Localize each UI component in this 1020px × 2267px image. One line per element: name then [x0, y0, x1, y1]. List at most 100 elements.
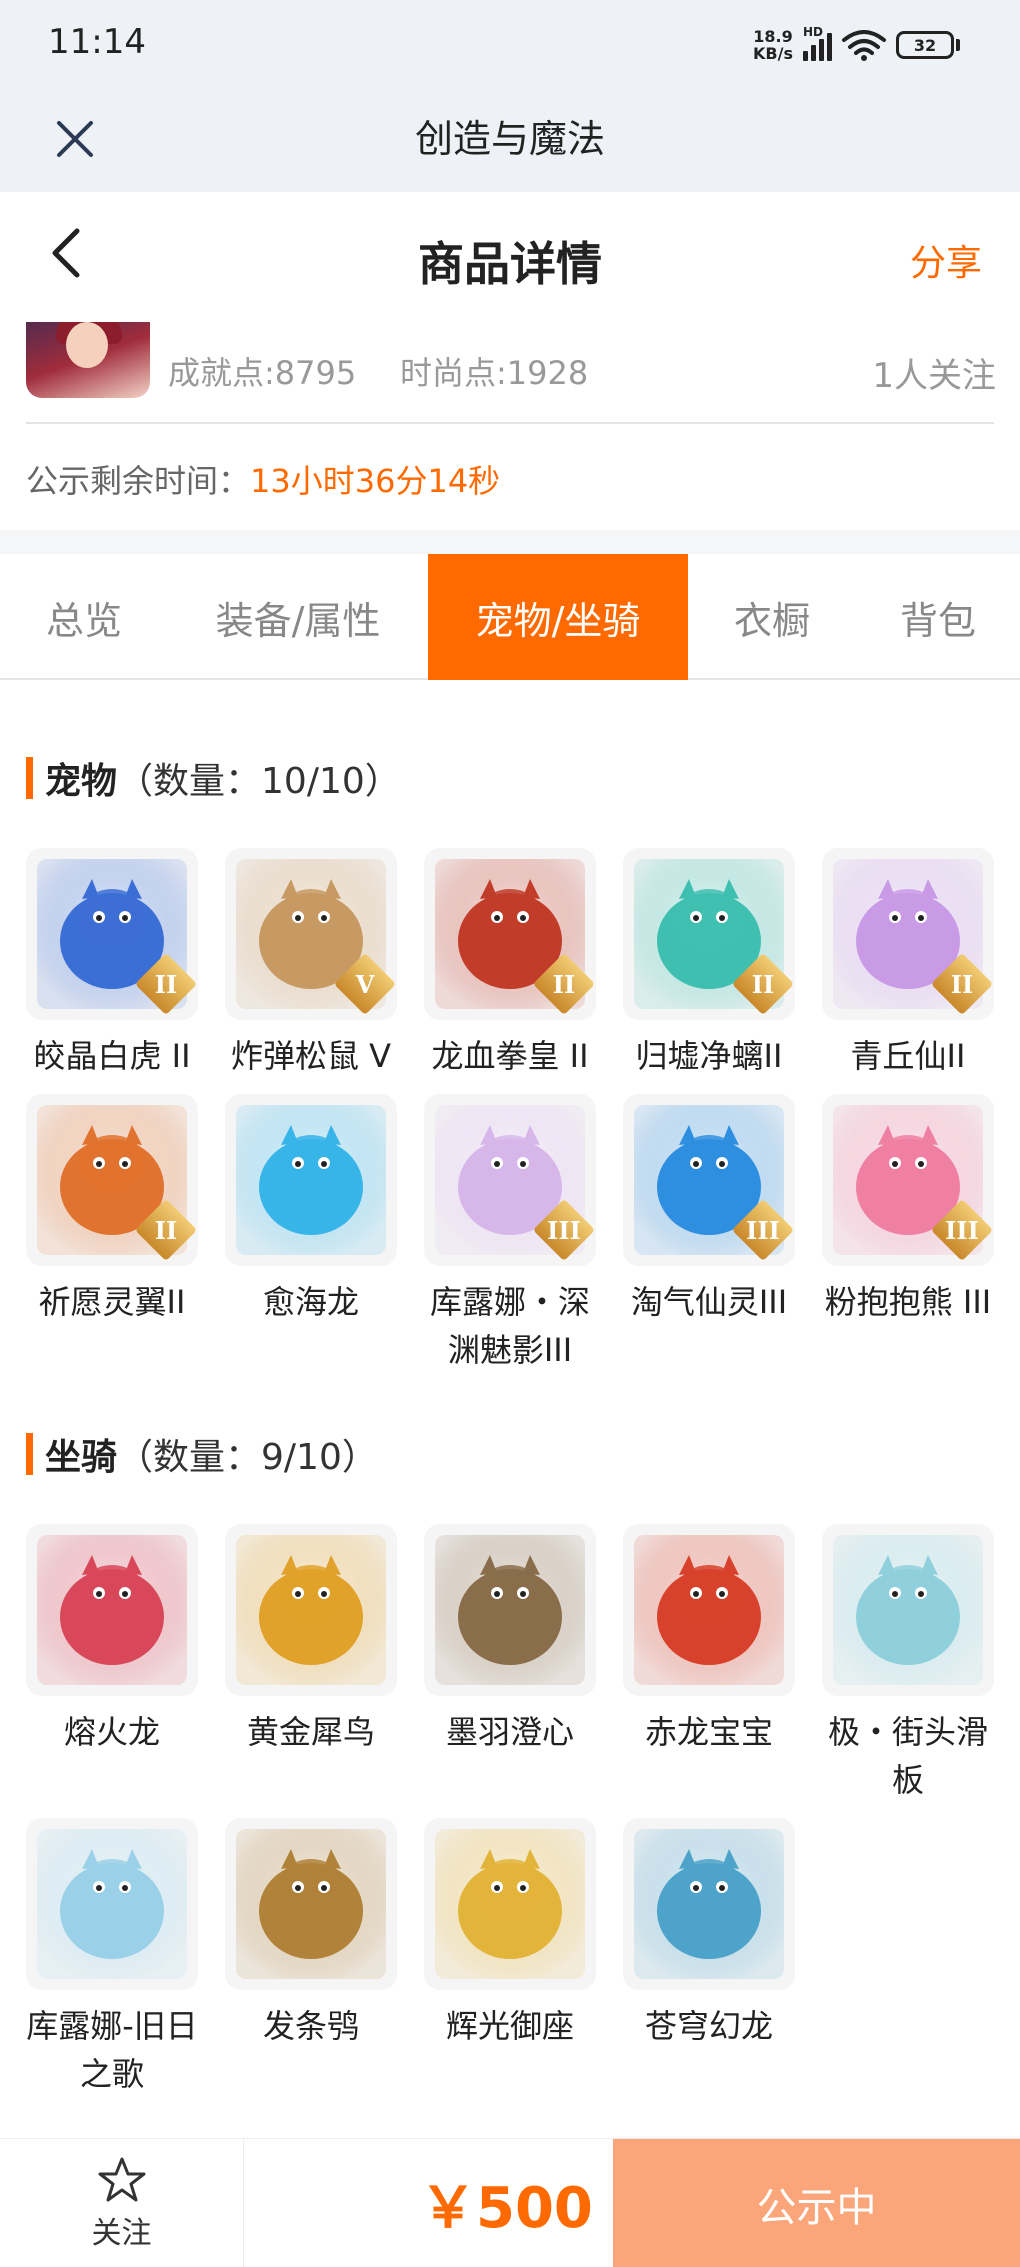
- mount-name: 极・街头滑板: [827, 1713, 988, 1799]
- follow-button[interactable]: 关注: [0, 2139, 244, 2267]
- mount-name: 黄金犀鸟: [246, 1713, 375, 1751]
- mount-name: 发条鸮: [262, 2007, 359, 2045]
- mounts-section-title: 坐骑 （数量：9/10）: [26, 1428, 378, 1480]
- section-gap: [0, 530, 1020, 554]
- status-indicators: 18.9 KB/s HD 32: [753, 25, 960, 62]
- mount-item[interactable]: 熔火龙: [26, 1524, 198, 1756]
- pet-name: 库露娜・深渊魅影III: [429, 1283, 590, 1369]
- tab-overview[interactable]: 总览: [0, 554, 168, 680]
- mount-item[interactable]: 极・街头滑板: [822, 1524, 994, 1804]
- pet-item[interactable]: III 淘气仙灵III: [623, 1094, 795, 1326]
- network-type-label: HD: [803, 25, 824, 39]
- pet-item[interactable]: II 龙血拳皇 II: [424, 848, 596, 1080]
- rank-badge-text: II: [154, 1215, 178, 1245]
- mount-thumbnail: [26, 1524, 198, 1696]
- share-button[interactable]: 分享: [910, 234, 982, 286]
- mount-thumbnail: [225, 1818, 397, 1990]
- bottom-bar: 关注 ￥500 公示中: [0, 2138, 1020, 2267]
- publicity-countdown: 13小时36分14秒: [250, 462, 501, 500]
- mount-item[interactable]: 库露娜-旧日之歌: [26, 1818, 198, 2098]
- creature-image: [435, 1535, 585, 1685]
- creature-image: [37, 1829, 187, 1979]
- achievement-points: 成就点:8795: [168, 354, 357, 392]
- pet-item[interactable]: II 祈愿灵翼II: [26, 1094, 198, 1326]
- webview-bar: 创造与魔法: [0, 90, 1020, 192]
- creature-image: [236, 1105, 386, 1255]
- pets-count: （数量：10/10）: [117, 761, 401, 802]
- pets-title: 宠物: [45, 761, 118, 802]
- mount-name: 苍穹幻龙: [644, 2007, 773, 2045]
- tab-equipment[interactable]: 装备/属性: [168, 554, 428, 680]
- creature-image: [634, 1535, 784, 1685]
- mount-thumbnail: [623, 1524, 795, 1696]
- mount-thumbnail: [822, 1524, 994, 1696]
- mount-item[interactable]: 黄金犀鸟: [225, 1524, 397, 1756]
- rank-badge-text: III: [746, 1215, 780, 1245]
- page-title: 商品详情: [418, 237, 602, 291]
- publicity-status-button[interactable]: 公示中: [613, 2139, 1020, 2267]
- page-header: 商品详情 分享: [0, 192, 1020, 322]
- pet-item[interactable]: III 粉抱抱熊 III: [822, 1094, 994, 1326]
- mount-thumbnail: [424, 1818, 596, 1990]
- divider: [26, 422, 994, 424]
- mount-item[interactable]: 墨羽澄心: [424, 1524, 596, 1756]
- pet-item[interactable]: II 皎晶白虎 II: [26, 848, 198, 1080]
- avatar[interactable]: [26, 322, 150, 398]
- publicity-label: 公示剩余时间：: [26, 462, 251, 500]
- creature-image: [833, 1535, 983, 1685]
- pet-name: 炸弹松鼠 V: [230, 1037, 392, 1075]
- wifi-icon: [842, 30, 886, 61]
- pet-thumbnail: II: [26, 1094, 198, 1266]
- follow-label: 关注: [91, 2215, 152, 2251]
- pet-thumbnail: II: [623, 848, 795, 1020]
- creature-image: [236, 1535, 386, 1685]
- mounts-title: 坐骑: [45, 1437, 118, 1478]
- mount-name: 熔火龙: [63, 1713, 160, 1751]
- mounts-count: （数量：9/10）: [117, 1437, 378, 1478]
- pet-item[interactable]: V 炸弹松鼠 V: [225, 848, 397, 1080]
- pet-item[interactable]: II 归墟净螭II: [623, 848, 795, 1080]
- mount-item[interactable]: 赤龙宝宝: [623, 1524, 795, 1756]
- pet-name: 淘气仙灵III: [630, 1283, 788, 1321]
- tab-backpack[interactable]: 背包: [856, 554, 1020, 680]
- star-icon: [98, 2157, 145, 2201]
- rank-badge-text: III: [547, 1215, 581, 1245]
- pet-thumbnail: [225, 1094, 397, 1266]
- battery-level: 32: [896, 31, 954, 59]
- price: ￥500: [420, 2176, 593, 2241]
- pet-name: 祈愿灵翼II: [38, 1283, 186, 1321]
- rank-badge-text: II: [154, 969, 178, 999]
- mount-name: 库露娜-旧日之歌: [26, 2007, 198, 2093]
- publicity-remaining: 公示剩余时间：13小时36分14秒: [26, 456, 500, 502]
- pet-item[interactable]: 愈海龙: [225, 1094, 397, 1326]
- pet-thumbnail: III: [424, 1094, 596, 1266]
- pet-thumbnail: II: [26, 848, 198, 1020]
- rank-badge-text: III: [945, 1215, 979, 1245]
- pet-name: 青丘仙II: [850, 1037, 966, 1075]
- rank-badge-text: V: [355, 969, 375, 999]
- mount-thumbnail: [26, 1818, 198, 1990]
- creature-image: [435, 1829, 585, 1979]
- tab-wardrobe[interactable]: 衣橱: [688, 554, 856, 680]
- pet-item[interactable]: III 库露娜・深渊魅影III: [424, 1094, 596, 1374]
- mount-item[interactable]: 苍穹幻龙: [623, 1818, 795, 2050]
- mount-thumbnail: [225, 1524, 397, 1696]
- status-bar: 11:14 18.9 KB/s HD 32: [0, 0, 1020, 90]
- rank-badge-text: II: [552, 969, 576, 999]
- rank-badge-text: II: [950, 969, 974, 999]
- signal-icon: HD: [803, 25, 832, 61]
- creature-image: [37, 1535, 187, 1685]
- pet-thumbnail: II: [424, 848, 596, 1020]
- pet-item[interactable]: II 青丘仙II: [822, 848, 994, 1080]
- pet-name: 粉抱抱熊 III: [824, 1283, 992, 1321]
- mount-item[interactable]: 辉光御座: [424, 1818, 596, 2050]
- pet-thumbnail: III: [822, 1094, 994, 1266]
- rank-badge-text: II: [751, 969, 775, 999]
- network-speed-value: 18.9: [753, 27, 793, 46]
- mount-item[interactable]: 发条鸮: [225, 1818, 397, 2050]
- pet-name: 归墟净螭II: [635, 1037, 783, 1075]
- detail-tabs: 总览 装备/属性 宠物/坐骑 衣橱 背包: [0, 554, 1020, 680]
- pet-thumbnail: V: [225, 848, 397, 1020]
- follower-count: 1人关注: [872, 356, 996, 396]
- tab-pets-mounts[interactable]: 宠物/坐骑: [428, 554, 688, 680]
